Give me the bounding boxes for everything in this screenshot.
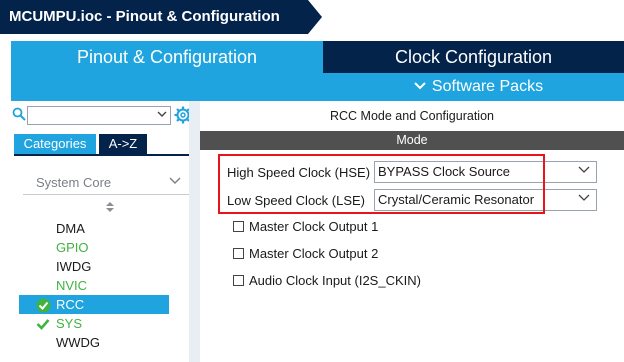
- checkbox[interactable]: [233, 275, 244, 286]
- checkbox[interactable]: [233, 248, 244, 259]
- tab-a-to-z[interactable]: A->Z: [99, 134, 147, 154]
- search-icon[interactable]: [12, 107, 26, 121]
- section-label: System Core: [36, 175, 112, 190]
- list-item-wwdg[interactable]: WWDG: [19, 333, 169, 352]
- list-item-dma[interactable]: DMA: [19, 219, 169, 238]
- chevron-down-icon: [414, 73, 426, 101]
- rcc-config-panel: RCC Mode and Configuration Mode High Spe…: [200, 101, 624, 362]
- sort-icon[interactable]: [106, 202, 114, 212]
- list-item-nvic[interactable]: NVIC: [19, 276, 169, 295]
- list-item-label: GPIO: [56, 240, 89, 255]
- list-item-label: IWDG: [56, 259, 92, 274]
- breadcrumb: MCUMPU.ioc - Pinout & Configuration: [0, 0, 624, 34]
- tab-categories[interactable]: Categories: [14, 134, 96, 154]
- software-packs-menu[interactable]: Software Packs: [333, 73, 624, 101]
- check-icon: [36, 317, 50, 331]
- categories-panel: Categories A->Z System Core DMA GPIO IWD…: [11, 101, 195, 362]
- search-input[interactable]: [27, 106, 171, 125]
- highlight-box: [218, 154, 545, 214]
- tab-clock-configuration[interactable]: Clock Configuration: [323, 41, 624, 73]
- software-packs-bar: Software Packs: [11, 73, 624, 101]
- panel-splitter[interactable]: [189, 101, 200, 362]
- list-item-label: SYS: [56, 316, 83, 331]
- list-item-label: NVIC: [56, 278, 88, 293]
- list-item-iwdg[interactable]: IWDG: [19, 257, 169, 276]
- list-item-label: WWDG: [56, 335, 101, 350]
- tab-pinout-configuration[interactable]: Pinout & Configuration: [11, 41, 323, 73]
- list-item-sys[interactable]: SYS: [19, 314, 169, 333]
- tabs-underline: [14, 154, 190, 156]
- list-item-label: RCC: [56, 297, 85, 312]
- checkbox-label: Audio Clock Input (I2S_CKIN): [249, 273, 421, 288]
- checkbox[interactable]: [233, 221, 244, 232]
- chevron-down-icon: [169, 174, 181, 189]
- list-item-rcc[interactable]: RCC: [19, 295, 169, 314]
- panel-title: RCC Mode and Configuration: [330, 109, 494, 123]
- list-item-label: DMA: [56, 221, 85, 236]
- list-item-gpio[interactable]: GPIO: [19, 238, 169, 257]
- chevron-down-icon[interactable]: [157, 110, 167, 120]
- main-tabs: Pinout & Configuration Clock Configurati…: [0, 41, 624, 73]
- chevron-down-icon: [578, 190, 590, 210]
- checkbox-label: Master Clock Output 1: [249, 219, 379, 234]
- chevron-down-icon: [578, 162, 590, 182]
- software-packs-label: Software Packs: [431, 78, 544, 95]
- mode-header: Mode: [200, 131, 624, 150]
- checkbox-label: Master Clock Output 2: [249, 246, 379, 261]
- breadcrumb-title: MCUMPU.ioc - Pinout & Configuration: [9, 8, 280, 25]
- check-circle-icon: [36, 298, 51, 313]
- breadcrumb-item[interactable]: MCUMPU.ioc - Pinout & Configuration: [0, 0, 322, 34]
- section-system-core[interactable]: System Core: [23, 175, 189, 195]
